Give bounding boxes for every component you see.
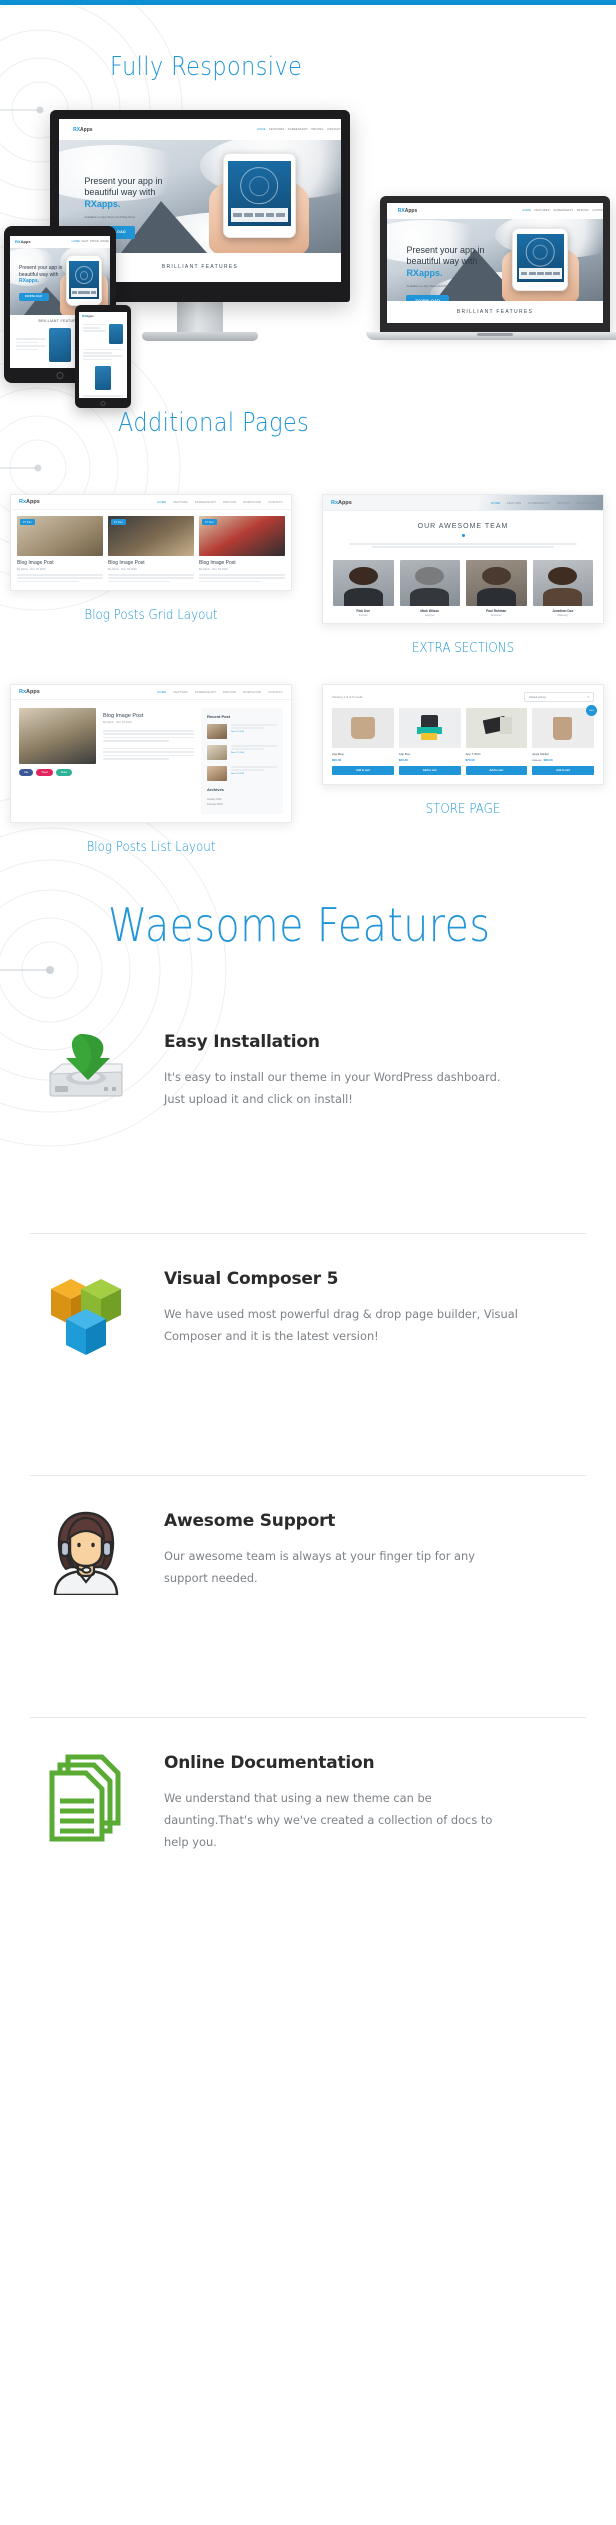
thumbnail-caption: Blog Posts Grid Layout: [84, 607, 218, 624]
monitor-foot: [142, 332, 258, 341]
laptop-mockup: RXApps HOME FEATURES SCREENSHOT PRICING CONT…: [366, 196, 616, 340]
thumbnail-blog-list[interactable]: RxApps HOME FEATURE SCREENSHOT PRICING D…: [10, 684, 292, 855]
share-pills: Like Tweet Share: [19, 769, 96, 776]
recent-post-item[interactable]: Nov 07, 2016: [207, 724, 277, 739]
top-accent-bar: [0, 0, 616, 5]
team-members: Rick Doe Founder Mark Wilson Designer Pa…: [323, 550, 603, 623]
product-card[interactable]: App T-Shirt $70.00 Add to cart: [465, 708, 528, 775]
blog-grid: 07 Nov Blog Image Post By Admin · Nov 7t…: [11, 510, 291, 590]
hero-title-line2: beautiful way with: [84, 187, 156, 198]
hero-site-menu: HOME FEATURES SCREENSHOT PRICING CONTACT: [257, 128, 341, 132]
hero-menu-features: FEATURES: [269, 128, 285, 132]
thumbnail-store-page[interactable]: Showing 1–8 of 9 results Default sorting…: [322, 684, 604, 817]
hero-menu-home: HOME: [257, 128, 266, 132]
hero-title-line1: Present your app in: [84, 176, 163, 187]
archive-item[interactable]: February 2016: [207, 802, 277, 807]
feature-online-documentation: Online Documentation We understand that …: [30, 1717, 586, 1854]
recent-post-item[interactable]: Nov 07, 2016: [207, 745, 277, 760]
feature-divider: [30, 1475, 586, 1476]
responsive-devices-mockup: RXApps HOME FEATURES SCREENSHOT PRICING …: [0, 110, 616, 408]
thumbnail-caption: Blog Posts List Layout: [86, 838, 216, 855]
feature-title: Awesome Support: [164, 1511, 336, 1531]
phone-home-button: [100, 401, 106, 406]
feature-title: Visual Composer 5: [164, 1269, 339, 1289]
recent-post-item[interactable]: Nov 07, 2016: [207, 766, 277, 781]
feature-title: Easy Installation: [164, 1032, 320, 1052]
feature-visual-composer: Visual Composer 5 We have used most powe…: [30, 1233, 586, 1359]
thumbnail-caption: STORE PAGE: [425, 801, 501, 817]
visual-composer-cube-icon: [30, 1267, 142, 1359]
feature-easy-installation: Easy Installation It's easy to install o…: [30, 1030, 586, 1110]
hero-title-brand: RXapps.: [84, 198, 121, 209]
page-title-waesome-features: Waesome Features: [108, 898, 491, 952]
feature-divider: [30, 1717, 586, 1718]
add-to-cart-button[interactable]: Add to cart: [465, 766, 528, 775]
post-meta: By Admin · Nov 7th 2016: [103, 721, 132, 724]
feature-description: We understand that using a new theme can…: [164, 1791, 493, 1850]
chevron-down-icon: ▾: [587, 695, 589, 699]
page-title-additional-pages: Additional Pages: [118, 408, 310, 438]
blog-sidebar: Recent Post Nov 07, 2016 Nov 07, 2016 No…: [201, 708, 283, 814]
add-to-cart-button[interactable]: Add to cart: [332, 766, 394, 775]
hero-subtitle: Available on App Store And Play Store: [84, 214, 136, 219]
hero-site-nav: RXApps HOME FEATURES SCREENSHOT PRICING …: [59, 119, 341, 141]
sort-select[interactable]: Default sorting ▾: [524, 692, 594, 702]
thumbnail-caption: EXTRA SECTIONS: [411, 639, 515, 656]
monitor-neck: [177, 302, 223, 332]
product-card[interactable]: App Box $20.00 Add to cart: [398, 708, 461, 775]
phone-mockup: RXApps: [75, 305, 131, 408]
add-to-cart-button[interactable]: Add to cart: [398, 766, 461, 775]
hand-holding-phone: [209, 152, 310, 253]
feature-awesome-support: Awesome Support Our awesome team is alwa…: [30, 1475, 586, 1595]
blog-card[interactable]: 07 Nov Blog Image Post By Admin · Nov 7t…: [199, 516, 285, 584]
blog-card[interactable]: 07 Nov Blog Image Post By Admin · Nov 7t…: [17, 516, 103, 584]
team-member: Jonathon Doe Marketing: [532, 559, 593, 617]
post-title: Blog Image Post: [103, 713, 144, 719]
thumbnail-blog-grid[interactable]: RxApps HOME FEATURE SCREENSHOT PRICING D…: [10, 494, 292, 623]
feature-description: It's easy to install our theme in your W…: [164, 1070, 501, 1107]
product-card[interactable]: Sale! Apps Sticker $80.00 $60.00 Add to c…: [532, 705, 597, 775]
phone-site-screen: RXApps: [79, 312, 127, 398]
tablet-home-button: [56, 372, 64, 379]
feature-description: We have used most powerful drag & drop p…: [164, 1307, 518, 1344]
documents-stack-icon: [30, 1751, 142, 1843]
hero-menu-pricing: PRICING: [311, 128, 324, 132]
disk-download-icon: [30, 1030, 142, 1106]
thumbnail-extra-sections[interactable]: RxApps HOME FEATURE SCREENSHOT PRICING D…: [322, 494, 604, 656]
blog-card[interactable]: 07 Nov Blog Image Post By Admin · Nov 7t…: [108, 516, 194, 584]
feature-title: Online Documentation: [164, 1753, 375, 1773]
product-card[interactable]: App Bag $90.00 Add to cart: [332, 708, 394, 775]
add-to-cart-button[interactable]: Add to cart: [532, 766, 594, 775]
results-count: Showing 1–8 of 9 results: [332, 695, 363, 699]
support-agent-icon: [30, 1509, 142, 1595]
team-hero: RxApps HOME FEATURE SCREENSHOT PRICING D…: [323, 495, 603, 511]
laptop-site-screen: RXApps HOME FEATURES SCREENSHOT PRICING CONT…: [387, 203, 603, 323]
team-member: Rick Doe Founder: [333, 559, 394, 617]
team-member: Mark Wilson Designer: [399, 559, 460, 617]
team-section-title: OUR AWESOME TEAM: [417, 523, 509, 530]
sale-badge: Sale!: [586, 705, 597, 716]
page-title-fully-responsive: Fully Responsive: [110, 52, 303, 82]
hero-logo: RXApps: [73, 126, 93, 133]
thumb-nav: RxApps HOME FEATURE SCREENSHOT PRICING D…: [11, 495, 291, 510]
feature-divider: [30, 1233, 586, 1234]
laptop-base: [366, 332, 616, 340]
product-grid: App Bag $90.00 Add to cart App Box $20.0…: [323, 705, 603, 784]
feature-description: Our awesome team is always at your finge…: [164, 1549, 475, 1586]
team-member: Paul Rahman Developer: [466, 559, 527, 617]
hero-menu-contact: CONTACT: [327, 128, 341, 132]
hero-menu-screenshot: SCREENSHOT: [287, 128, 308, 132]
